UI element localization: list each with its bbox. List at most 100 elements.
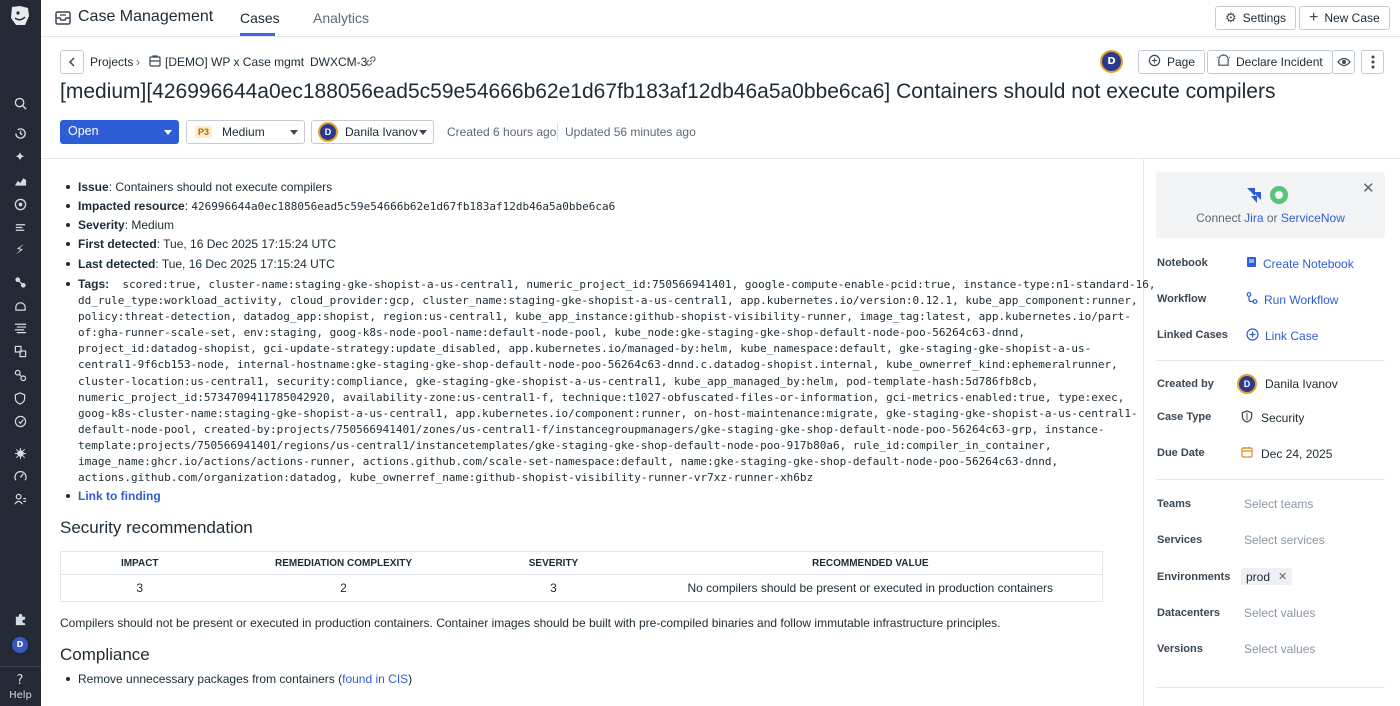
priority-badge: P3 [195,126,213,138]
found-in-cis-link[interactable]: found in CIS [342,672,408,686]
remove-icon[interactable]: ✕ [1278,570,1287,583]
tags-line: actions.github.com/organization:datadog,… [78,471,814,485]
created-by-label: Created by [1157,378,1214,390]
jira-link[interactable]: Jira [1244,211,1263,225]
new-case-label: New Case [1324,11,1380,25]
link-case-label: Link Case [1265,329,1319,343]
calendar-icon [1241,446,1253,461]
tags-line: image_name:ghcr.io/actions/actions-runne… [78,455,1059,469]
tab-cases[interactable]: Cases [240,10,280,26]
create-notebook-link[interactable]: Create Notebook [1246,256,1354,271]
logo-icon[interactable] [8,4,32,28]
incident-icon [1216,54,1231,70]
tab-analytics[interactable]: Analytics [313,10,369,26]
link-icon[interactable] [365,55,377,70]
due-date-value[interactable]: Dec 24, 2025 [1241,446,1332,461]
eye-icon [1336,57,1351,67]
declare-incident-label: Declare Incident [1236,55,1323,69]
bolt-icon[interactable]: ⚡ [11,241,29,259]
tags-line: dd_rule_type:workload_activity, cloud_pr… [78,294,1138,308]
shield-icon[interactable] [11,389,29,407]
datacenters-label: Datacenters [1157,607,1220,619]
tags-item: Tags: scored:true, cluster-name:staging-… [66,276,1156,486]
environment-chip[interactable]: prod ✕ [1241,568,1293,585]
page-button[interactable]: Page [1138,50,1206,74]
sidebar-divider-line [1156,360,1385,361]
status-dropdown[interactable]: Open [60,120,179,144]
notebook-label: Notebook [1157,257,1208,269]
new-case-button[interactable]: + New Case [1299,6,1390,30]
severity-value: Medium [131,218,175,232]
priority-dropdown[interactable]: P3 Medium [186,120,305,144]
back-button[interactable] [60,50,84,74]
resource-item: Impacted resource: 426996644a0ec188056ea… [65,199,616,213]
app-title: Case Management [78,8,214,25]
due-date-label: Due Date [1157,447,1205,459]
services-select[interactable]: Select services [1244,533,1325,547]
created-by-value: D Danila Ivanov [1237,374,1338,394]
breadcrumb-projects[interactable]: Projects [90,55,133,69]
assignee-dropdown[interactable]: D Danila Ivanov [311,120,434,144]
synthetics-icon[interactable] [11,412,29,430]
linked-cases-label: Linked Cases [1157,329,1228,341]
environments-label: Environments [1157,571,1231,583]
network-icon[interactable] [11,366,29,384]
top-bar: Case Management Cases Analytics ⚙ Settin… [41,0,1400,37]
search-icon[interactable] [11,94,29,112]
help-label[interactable]: Help [0,690,41,701]
case-title: [medium][426996644a0ec188056ead5c59e5466… [60,80,1276,103]
link-to-finding[interactable]: Link to finding [78,489,161,503]
user-avatar-icon[interactable]: D [11,636,29,654]
compliance-heading: Compliance [60,645,150,664]
logs-icon[interactable] [11,319,29,337]
versions-select[interactable]: Select values [1244,642,1315,656]
breadcrumb-project[interactable]: [DEMO] WP x Case mgmt [165,55,304,69]
help-icon[interactable]: ? [11,671,29,689]
chevron-right-icon: › [297,55,301,69]
severity-cell: 3 [468,574,639,602]
apm-icon[interactable] [11,218,29,236]
connect-prefix: Connect [1196,211,1245,225]
compliance-text: Remove unnecessary packages from contain… [78,672,343,686]
performance-icon[interactable] [11,467,29,485]
first-detected-item: First detected: Tue, 16 Dec 2025 17:15:2… [65,237,337,251]
teams-select[interactable]: Select teams [1244,497,1313,511]
recent-icon[interactable] [11,124,29,142]
issue-value: Containers should not execute compilers [115,180,333,194]
tags-line: project_id:datadog-shopist, gci-update-s… [78,342,1092,356]
puzzle-icon[interactable] [11,610,29,628]
creator-name: Danila Ivanov [1265,377,1338,391]
tags-line: default-node-pool, created-by:projects/7… [78,422,1105,436]
close-icon[interactable]: ✕ [1362,181,1375,196]
case-type-value: Security [1241,410,1304,426]
security-icon[interactable] [11,296,29,314]
column-header-recommended: RECOMMENDED VALUE [638,551,1103,575]
table-row: 3 2 3 No compilers should be present or … [60,574,1103,602]
recommendation-table: IMPACT REMEDIATION COMPLEXITY SEVERITY R… [60,551,1103,602]
assignee-avatar[interactable]: D [1100,50,1123,73]
datacenters-select[interactable]: Select values [1244,606,1315,620]
integrations-icon[interactable] [11,342,29,360]
teams-label: Teams [1157,498,1192,510]
project-icon [149,55,161,70]
connect-or: or [1263,211,1281,225]
dashboard-icon[interactable] [11,172,29,190]
breadcrumb-case-id[interactable]: DWXCM-3 [310,55,367,69]
run-workflow-link[interactable]: Run Workflow [1246,292,1338,307]
link-case-link[interactable]: Link Case [1246,328,1318,344]
monitor-icon[interactable] [11,195,29,213]
settings-button[interactable]: ⚙ Settings [1215,6,1297,30]
recommendation-description: Compilers should not be present or execu… [60,616,1001,630]
more-options-button[interactable] [1361,50,1384,74]
declare-incident-button[interactable]: Declare Incident [1207,50,1333,74]
watch-button[interactable] [1332,50,1355,74]
star-icon[interactable]: ✦ [11,148,29,166]
servicenow-link[interactable]: ServiceNow [1281,211,1345,225]
chevron-down-icon [419,130,427,135]
infrastructure-icon[interactable] [11,273,29,291]
notebook-icon [1246,256,1257,271]
rum-icon[interactable] [11,490,29,508]
tags-line: policy:threat-detection, datadog_app:sho… [78,310,1131,324]
bug-icon[interactable] [11,444,29,462]
settings-label: Settings [1242,11,1287,25]
